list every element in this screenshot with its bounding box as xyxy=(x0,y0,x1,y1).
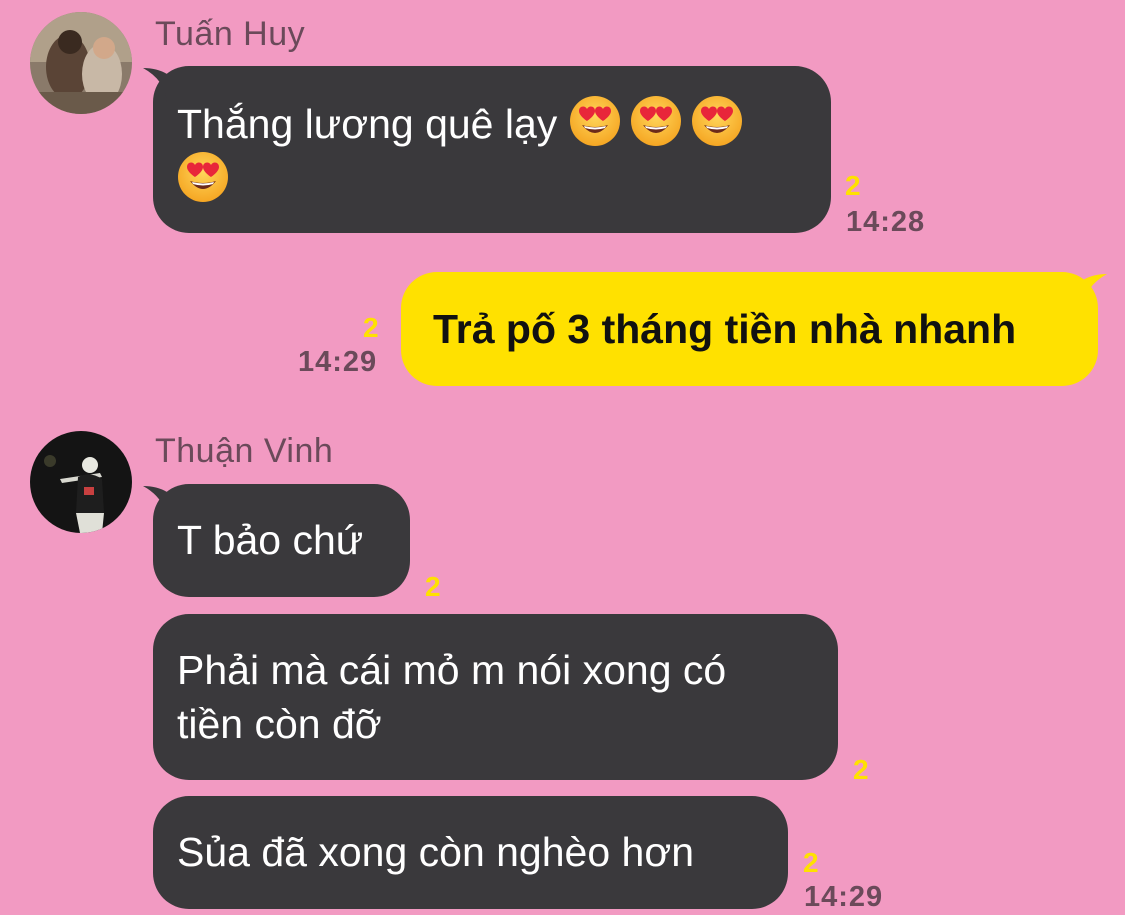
sender-name: Tuấn Huy xyxy=(155,15,306,53)
message-text: Sủa đã xong còn nghèo hơn xyxy=(177,829,695,875)
read-count: 2 xyxy=(803,847,819,878)
message-bubble[interactable]: Thắng lương quê lạy xyxy=(143,66,831,233)
message-bubble[interactable]: Sủa đã xong còn nghèo hơn xyxy=(153,796,788,909)
heart-eyes-emoji-icon xyxy=(569,95,621,147)
message-text-line: tiền còn đỡ xyxy=(177,701,382,747)
heart-eyes-emoji-icon xyxy=(630,95,682,147)
message-text-line xyxy=(177,151,807,207)
message-time: 14:29 xyxy=(298,346,378,378)
message-time: 14:29 xyxy=(804,881,884,913)
message-text-line: Phải mà cái mỏ m nói xong có xyxy=(177,647,727,693)
read-count: 2 xyxy=(363,312,379,343)
message-text: Thắng lương quê lạy xyxy=(177,95,807,151)
avatar[interactable] xyxy=(30,431,132,533)
heart-eyes-emoji-icon xyxy=(691,95,743,147)
bubble-tail xyxy=(143,486,183,520)
read-count: 2 xyxy=(845,170,861,201)
message-text: Trả pố 3 tháng tiền nhà nhanh xyxy=(433,306,1017,352)
avatar[interactable] xyxy=(30,12,132,114)
sender-name: Thuận Vinh xyxy=(155,432,334,470)
bubble-tail xyxy=(143,68,183,102)
heart-eyes-emoji-icon xyxy=(177,151,229,203)
message-text: T bảo chứ xyxy=(177,517,364,563)
message-time: 14:28 xyxy=(846,206,926,238)
message-bubble[interactable]: Trả pố 3 tháng tiền nhà nhanh xyxy=(401,272,1107,386)
read-count: 2 xyxy=(853,754,869,785)
read-count: 2 xyxy=(425,571,441,602)
bubble-tail xyxy=(1067,274,1107,308)
message-bubble[interactable]: Phải mà cái mỏ m nói xong có tiền còn đỡ xyxy=(153,614,838,780)
message-text-line: Thắng lương quê lạy xyxy=(177,101,558,147)
message-bubble[interactable]: T bảo chứ xyxy=(143,484,410,597)
